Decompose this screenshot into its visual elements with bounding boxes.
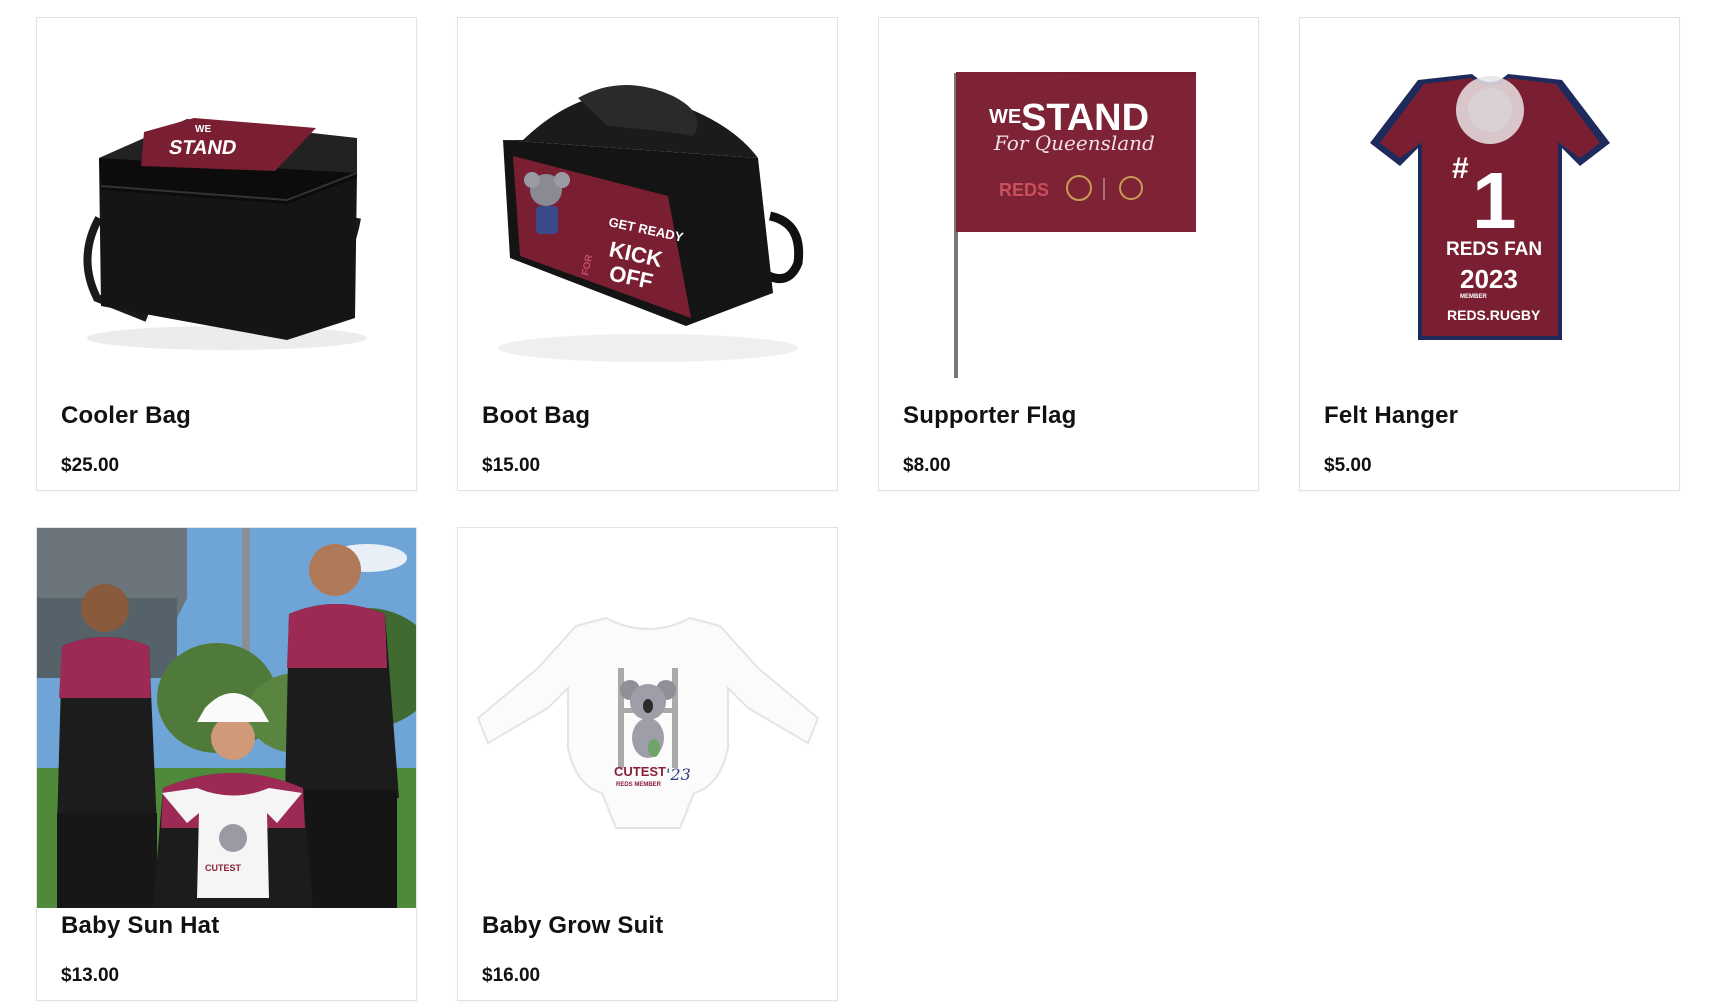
product-card-felt-hanger[interactable]: # 1 REDS FAN 2023 MEMBER REDS.RUGBY Felt… — [1299, 17, 1680, 491]
baby-grow-suit-image[interactable]: CUTEST '23 REDS MEMBER — [458, 528, 837, 908]
product-price: $8.00 — [903, 455, 951, 476]
supporter-flag-image[interactable]: WE STAND For Queensland REDS — [879, 18, 1258, 398]
product-price: $16.00 — [482, 965, 541, 986]
grow-suit-print-year-short: '23 — [666, 765, 691, 784]
hanger-print-one: 1 — [1472, 156, 1517, 245]
onesie-print-cutest: CUTEST — [205, 863, 242, 873]
cooler-bag-print-stand: STAND — [167, 137, 238, 159]
felt-hanger-image[interactable]: # 1 REDS FAN 2023 MEMBER REDS.RUGBY — [1300, 18, 1679, 398]
boot-bag-image[interactable]: GET READY KICK OFF FOR — [458, 18, 837, 398]
product-card-baby-sun-hat[interactable]: CUTEST Baby Sun Hat $13.00 — [36, 527, 417, 1001]
baby-sun-hat-photo[interactable]: CUTEST — [37, 528, 416, 908]
product-price: $5.00 — [1324, 455, 1372, 476]
product-name[interactable]: Cooler Bag — [61, 402, 191, 430]
flag-print-reds: REDS — [999, 180, 1049, 200]
hanger-print-year: 2023 — [1460, 264, 1518, 294]
product-name[interactable]: Baby Sun Hat — [61, 912, 219, 940]
product-card-supporter-flag[interactable]: WE STAND For Queensland REDS Supporter F… — [878, 17, 1259, 491]
hanger-print-reds-fan: REDS FAN — [1446, 239, 1542, 260]
product-name[interactable]: Felt Hanger — [1324, 402, 1458, 430]
product-price: $13.00 — [61, 965, 120, 986]
cooler-bag-print-we: WE — [195, 124, 211, 135]
hanger-print-reds-rugby: REDS.RUGBY — [1447, 307, 1541, 323]
product-name[interactable]: Supporter Flag — [903, 402, 1076, 430]
product-card-cooler-bag[interactable]: STAND WE Cooler Bag $25.00 — [36, 17, 417, 491]
product-card-boot-bag[interactable]: GET READY KICK OFF FOR Boot Bag $15.00 — [457, 17, 838, 491]
product-card-baby-grow-suit[interactable]: CUTEST '23 REDS MEMBER Baby Grow Suit $1… — [457, 527, 838, 1001]
cooler-bag-image[interactable]: STAND WE — [37, 18, 416, 398]
product-price: $25.00 — [61, 455, 120, 476]
product-name[interactable]: Boot Bag — [482, 402, 590, 430]
product-price: $15.00 — [482, 455, 541, 476]
grow-suit-print-reds-member: REDS MEMBER — [616, 782, 662, 788]
hanger-print-hash: # — [1452, 152, 1469, 185]
flag-print-for-queensland: For Queensland — [993, 131, 1155, 155]
flag-print-we: WE — [989, 106, 1021, 128]
product-name[interactable]: Baby Grow Suit — [482, 912, 664, 940]
hanger-print-member: MEMBER — [1460, 294, 1487, 300]
grow-suit-print-cutest: CUTEST — [614, 764, 666, 779]
product-grid: STAND WE Cooler Bag $25.00 GET READY KIC… — [0, 0, 1735, 1003]
